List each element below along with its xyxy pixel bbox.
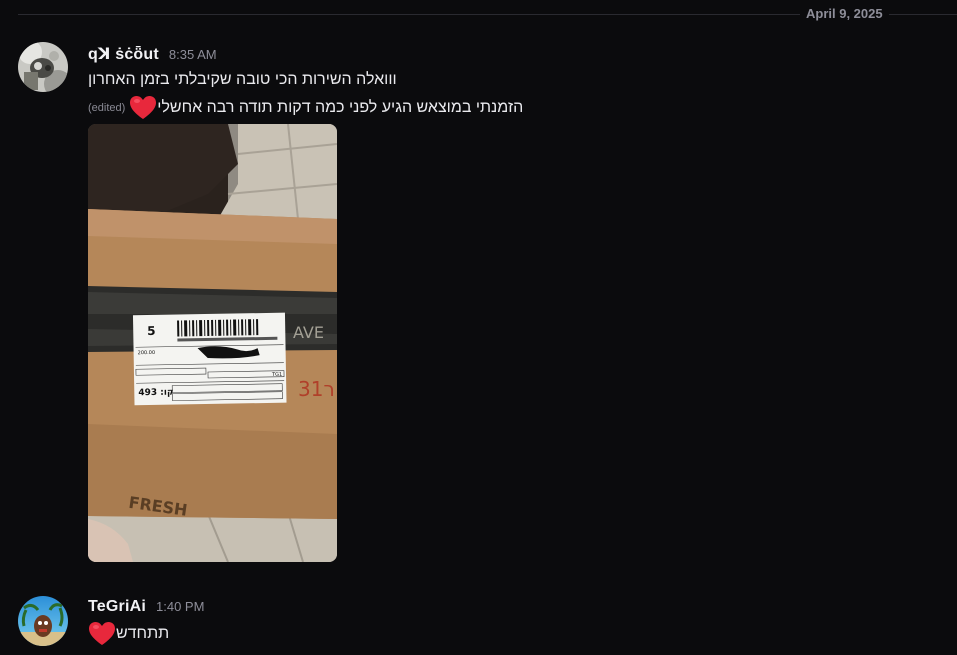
- avatar[interactable]: [18, 42, 68, 92]
- edited-label: (edited): [88, 102, 126, 114]
- heart-icon: [88, 621, 116, 647]
- message-text: תתחדש: [88, 622, 169, 646]
- label-id: TG1: [271, 372, 282, 378]
- message-text: (edited) הזמנתי במוצאש הגיע לפני כמה דקו…: [88, 96, 523, 120]
- label-number: 5: [147, 324, 156, 338]
- label-code: 493 :קו: [138, 388, 173, 399]
- username[interactable]: TeGriAi: [88, 598, 146, 616]
- box-marker-text: ר31: [298, 377, 335, 401]
- image-attachment[interactable]: AVE 5 200.00 TG1 493:קו ר31 FRESH: [88, 124, 337, 562]
- message-timestamp[interactable]: 8:35 AM: [169, 47, 217, 62]
- message-line: הזמנתי במוצאש הגיע לפני כמה דקות תודה רב…: [157, 99, 524, 116]
- message: TeGriAi 1:40 PM תתחדש: [0, 580, 957, 655]
- label-price: 200.00: [138, 350, 156, 356]
- avatar[interactable]: [18, 596, 68, 646]
- message-line: ווואלה השירות הכי טובה שקיבלתי בזמן האחר…: [88, 71, 397, 88]
- message-line: תתחדש: [116, 625, 170, 642]
- message: qꓘ ṡċȫut 8:35 AM ווואלה השירות הכי טובה …: [0, 0, 957, 570]
- tape-text: AVE: [293, 323, 324, 342]
- heart-icon: [129, 95, 157, 121]
- username[interactable]: qꓘ ṡċȫut: [88, 44, 159, 64]
- message-timestamp[interactable]: 1:40 PM: [156, 599, 204, 614]
- message-text: ווואלה השירות הכי טובה שקיבלתי בזמן האחר…: [88, 68, 397, 92]
- chat-view: April 9, 2025 qꓘ ṡċȫut 8:35 AM ווואלה הש…: [0, 0, 957, 655]
